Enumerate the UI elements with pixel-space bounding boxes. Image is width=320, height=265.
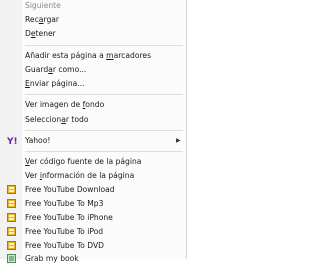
svg-text:Y!: Y! [7, 137, 17, 145]
menu-item-recargar[interactable]: Recargar [0, 13, 186, 26]
menu-item-label: Guardar como... [25, 65, 87, 74]
menu-item-label: Seleccionar todo [25, 115, 89, 124]
dvdvideosoft-icon [7, 227, 16, 236]
menu-item-label: Recargar [25, 15, 60, 24]
menu-separator [25, 45, 183, 46]
menu-item-seleccionar-todo[interactable]: Seleccionar todo [0, 113, 186, 126]
yahoo-icon: Y! [7, 137, 17, 145]
dvdvideosoft-icon [7, 213, 16, 222]
menu-item-detener[interactable]: Detener [0, 27, 186, 40]
menu-item-label: Siguiente [25, 1, 61, 10]
menu-item-ver-informacion[interactable]: Ver información de la página [0, 169, 186, 182]
dvdvideosoft-icon [7, 241, 16, 250]
menu-separator [25, 151, 183, 152]
menu-item-add-bookmark[interactable]: Añadir esta página a marcadores [0, 49, 186, 62]
menu-item-free-youtube-ipod[interactable]: Free YouTube To iPod [0, 225, 186, 238]
menu-item-label: Free YouTube To Mp3 [25, 199, 104, 208]
menu-separator [25, 94, 183, 95]
menu-item-label: Free YouTube To DVD [25, 241, 104, 250]
menu-item-label: Free YouTube To iPhone [25, 213, 113, 222]
menu-item-yahoo[interactable]: Y! Yahoo! ▶ [0, 134, 186, 147]
dvdvideosoft-icon [7, 199, 16, 208]
submenu-arrow-icon: ▶ [176, 137, 181, 144]
menu-item-label: Añadir esta página a marcadores [25, 51, 152, 60]
menu-item-label: Free YouTube To iPod [25, 227, 104, 236]
menu-item-label: Ver información de la página [25, 171, 135, 180]
menu-item-label: Yahoo! [25, 136, 51, 145]
menu-item-guardar-como[interactable]: Guardar como... [0, 63, 186, 76]
menu-separator [25, 130, 183, 131]
menu-item-label: Ver código fuente de la página [25, 157, 142, 166]
menu-item-label: Detener [25, 29, 56, 38]
dvdvideosoft-icon [7, 185, 16, 194]
menu-item-ver-codigo-fuente[interactable]: Ver código fuente de la página [0, 155, 186, 168]
menu-item-free-youtube-download[interactable]: Free YouTube Download [0, 183, 186, 196]
menu-item-free-youtube-mp3[interactable]: Free YouTube To Mp3 [0, 197, 186, 210]
menu-item-label: Enviar página... [25, 79, 85, 88]
menu-item-label: Free YouTube Download [25, 185, 115, 194]
menu-item-ver-imagen-fondo[interactable]: Ver imagen de fondo [0, 98, 186, 111]
menu-item-enviar-pagina[interactable]: Enviar página... [0, 77, 186, 90]
menu-item-siguiente: Siguiente [0, 0, 186, 12]
menu-item-free-youtube-dvd[interactable]: Free YouTube To DVD [0, 239, 186, 252]
menu-item-free-youtube-iphone[interactable]: Free YouTube To iPhone [0, 211, 186, 224]
context-menu: Siguiente Recargar Detener Añadir esta p… [0, 0, 187, 263]
menu-item-label: Ver imagen de fondo [25, 100, 105, 109]
